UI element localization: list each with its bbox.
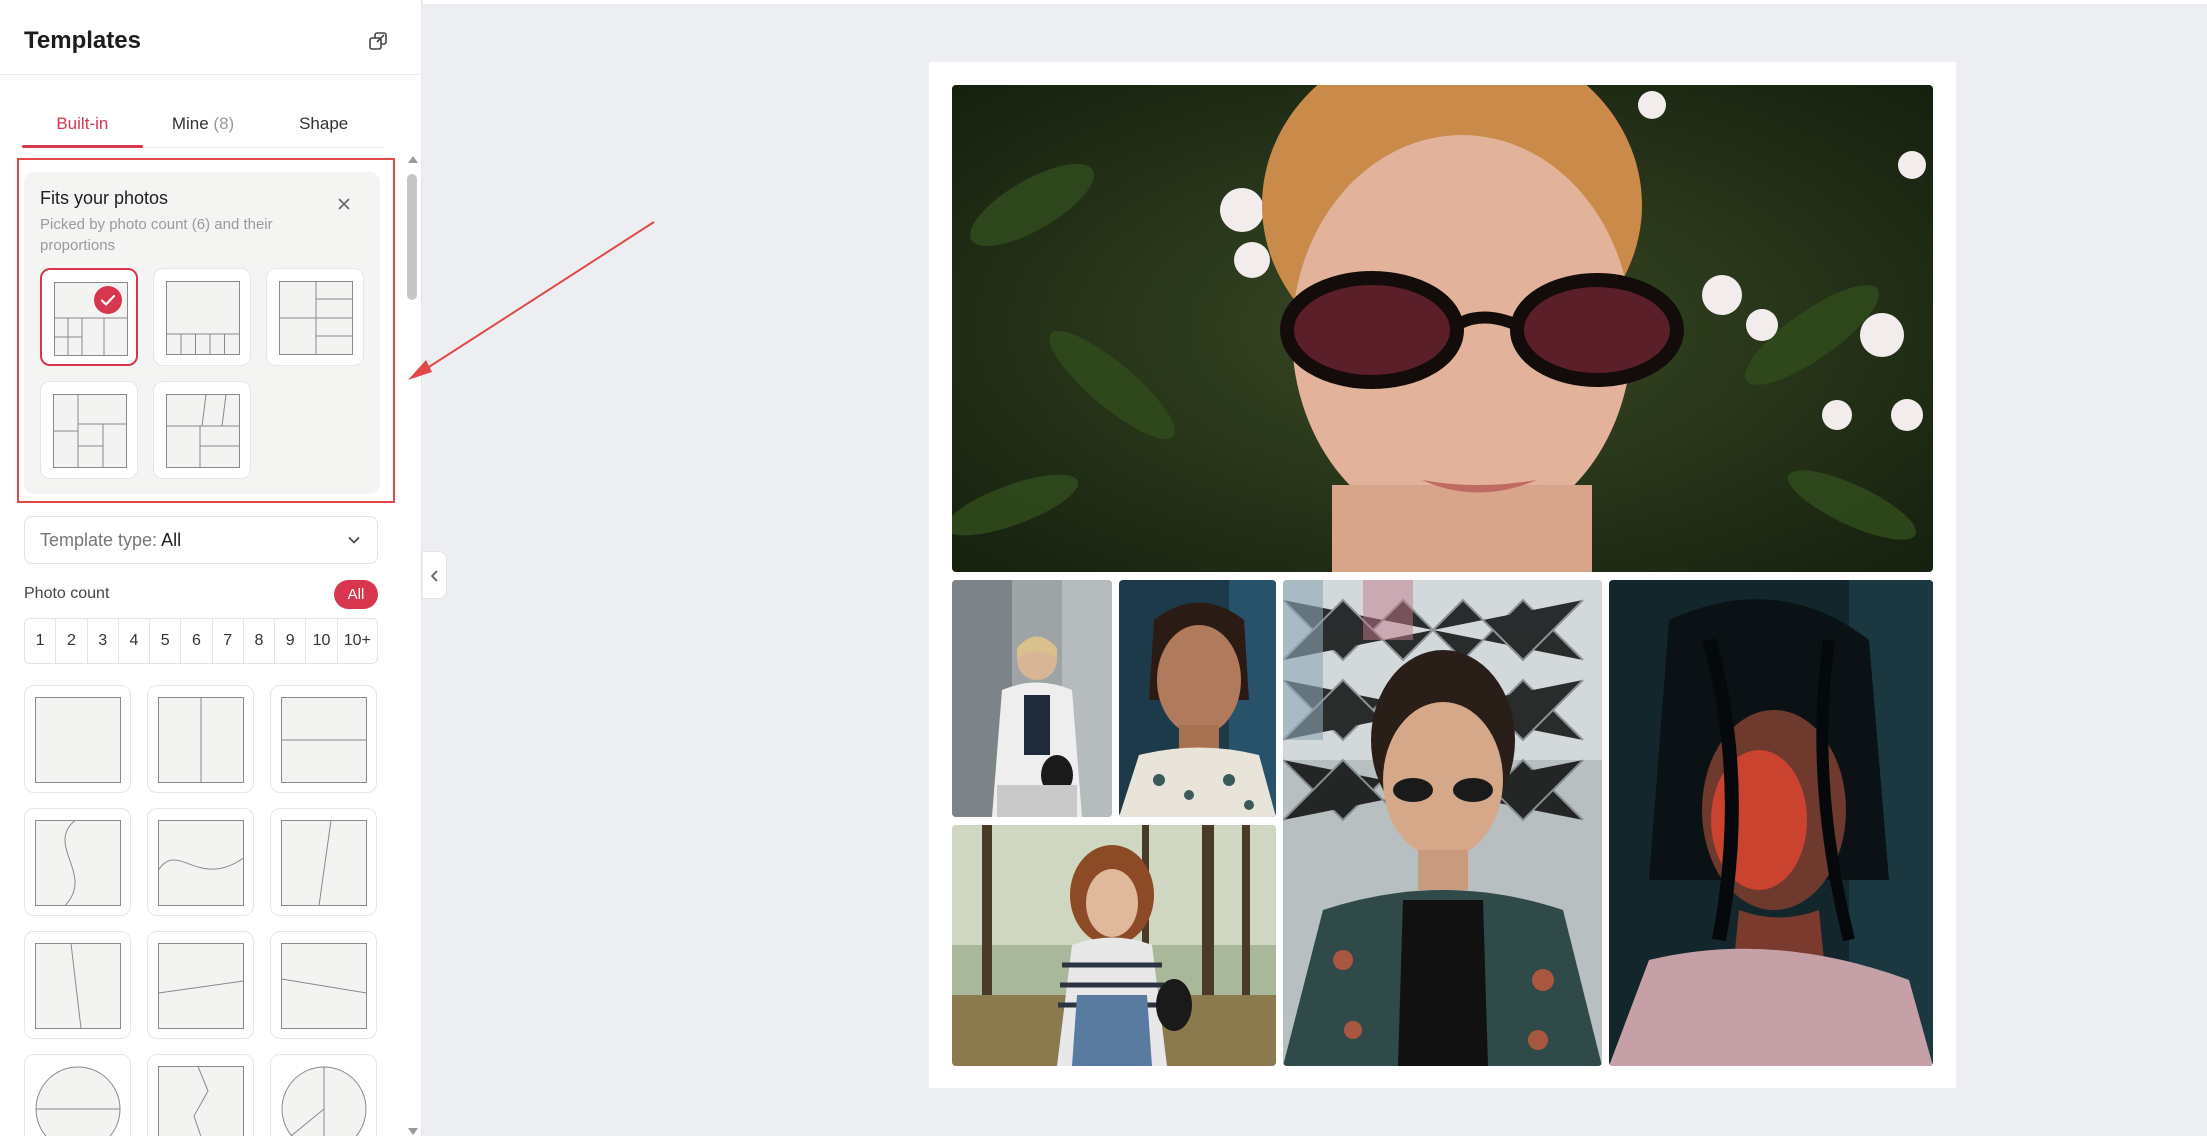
template-card[interactable] (147, 808, 254, 916)
template-card[interactable] (270, 685, 377, 793)
photo-count-option[interactable]: 8 (244, 619, 276, 663)
template-thumbnail (281, 820, 367, 906)
chevron-down-icon (348, 536, 360, 544)
templates-sidebar: Templates Built-in Mine (8) Shape Fits y… (0, 0, 422, 1136)
annotation-arrow (408, 221, 655, 380)
template-tabs: Built-in Mine (8) Shape (22, 112, 384, 148)
template-card[interactable] (24, 931, 131, 1039)
template-card[interactable] (24, 808, 131, 916)
photo-count-option[interactable]: 6 (181, 619, 213, 663)
photo-count-option[interactable]: 9 (275, 619, 307, 663)
collapse-sidebar-button[interactable] (423, 551, 447, 599)
tab-built-in[interactable]: Built-in (22, 112, 143, 148)
tab-count: (8) (213, 114, 235, 133)
template-thumbnail (281, 697, 367, 783)
collage-photo-1[interactable] (952, 85, 1933, 572)
template-thumbnail (35, 820, 121, 906)
template-thumbnail (158, 943, 244, 1029)
top-toolbar-edge (423, 0, 2207, 4)
collage-canvas (929, 62, 1956, 1088)
template-type-label: Template type: (40, 530, 158, 550)
template-type-select[interactable]: Template type: All (24, 516, 378, 564)
template-thumbnail (281, 1066, 367, 1136)
template-thumbnail (281, 943, 367, 1029)
collage-photo-6[interactable] (1609, 580, 1933, 1066)
collage-photo-5[interactable] (1283, 580, 1602, 1066)
template-thumbnail (35, 1066, 121, 1136)
collage-photo-4[interactable] (952, 825, 1276, 1066)
photo-count-option[interactable]: 7 (213, 619, 244, 663)
photo-count-option[interactable]: 2 (56, 619, 88, 663)
template-thumbnail (35, 943, 121, 1029)
template-card[interactable] (147, 685, 254, 793)
detach-window-icon[interactable] (366, 29, 390, 53)
template-card[interactable] (24, 1054, 131, 1136)
scroll-down-icon[interactable] (408, 1128, 418, 1135)
annotation-highlight-box (17, 158, 395, 503)
collage-photo-3[interactable] (1119, 580, 1276, 817)
template-card[interactable] (147, 931, 254, 1039)
chevron-left-icon (430, 570, 438, 582)
header-divider (0, 74, 421, 75)
template-card[interactable] (24, 685, 131, 793)
tab-mine[interactable]: Mine (8) (143, 112, 264, 147)
template-thumbnail (158, 820, 244, 906)
tab-label: Built-in (56, 114, 109, 133)
sidebar-title: Templates (24, 27, 141, 54)
template-thumbnail (158, 1066, 244, 1136)
template-card[interactable] (270, 808, 377, 916)
photo-count-option[interactable]: 4 (119, 619, 151, 663)
template-card[interactable] (270, 1054, 377, 1136)
scroll-up-icon[interactable] (408, 156, 418, 163)
tab-shape[interactable]: Shape (263, 112, 384, 147)
template-card[interactable] (147, 1054, 254, 1136)
template-type-value: All (161, 530, 182, 550)
photo-count-option[interactable]: 10+ (338, 619, 377, 663)
collage-photo-2[interactable] (952, 580, 1112, 817)
tab-label: Mine (171, 114, 209, 133)
photo-count-selector: 1 2 3 4 5 6 7 8 9 10 10+ (24, 618, 378, 664)
template-thumbnail (35, 697, 121, 783)
template-thumbnail (158, 697, 244, 783)
photo-count-all-button[interactable]: All (334, 580, 378, 609)
tab-label: Shape (299, 114, 349, 133)
photo-count-option[interactable]: 5 (150, 619, 182, 663)
photo-count-label: Photo count (24, 585, 110, 602)
template-type-text: Template type: All (40, 530, 181, 551)
photo-count-option[interactable]: 3 (88, 619, 119, 663)
photo-count-option[interactable]: 10 (306, 619, 338, 663)
photo-count-option[interactable]: 1 (25, 619, 57, 663)
template-card[interactable] (270, 931, 377, 1039)
sidebar-header: Templates (24, 26, 398, 56)
template-grid (24, 685, 378, 1136)
